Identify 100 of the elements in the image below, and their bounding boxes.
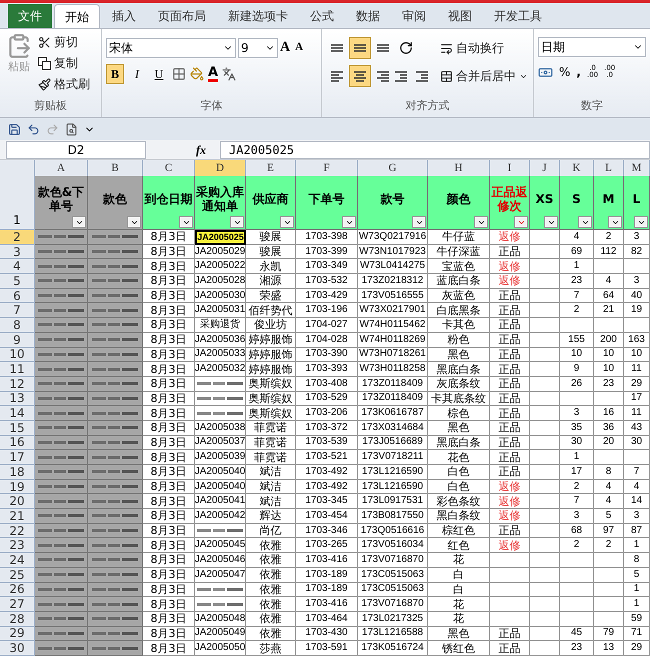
cut-button[interactable]: 剪切 [38, 33, 90, 51]
format-painter-button[interactable]: 格式刷 [38, 75, 90, 93]
phonetic-icon[interactable] [222, 67, 236, 81]
row-header[interactable]: 11 [0, 362, 35, 377]
row-header[interactable]: 19 [0, 480, 35, 494]
table-cell: 依雅 [246, 612, 296, 627]
ribbon-tab[interactable]: 公式 [300, 4, 344, 28]
empty-cell [624, 450, 650, 465]
ribbon-tab[interactable]: 新建选项卡 [218, 4, 298, 28]
name-box[interactable]: D2 [6, 140, 146, 158]
row-header[interactable]: 7 [0, 303, 35, 318]
row-header[interactable]: 18 [0, 465, 35, 480]
fill-color-icon[interactable] [190, 67, 204, 81]
align-button[interactable] [349, 65, 371, 87]
borders-icon[interactable] [172, 67, 186, 81]
formula-field[interactable]: JA2005025 [220, 140, 650, 158]
ribbon-tab[interactable]: 视图 [438, 4, 482, 28]
row-header[interactable]: 2 [0, 230, 35, 245]
row-header[interactable]: 26 [0, 582, 35, 598]
table-cell: 正品 [490, 420, 530, 436]
wrap-text-button[interactable]: 自动换行 [440, 39, 528, 57]
row-header[interactable]: 12 [0, 376, 35, 392]
blurred-text-drawing [92, 586, 138, 592]
comma-button[interactable]: , [576, 63, 581, 81]
ribbon-tab[interactable]: 文件 [8, 4, 52, 28]
ribbon-tab[interactable]: 插入 [102, 4, 146, 28]
table-cell: 花 [428, 612, 490, 627]
row-header[interactable]: 14 [0, 406, 35, 421]
percent-button[interactable]: % [559, 63, 570, 81]
ribbon-tab[interactable]: 页面布局 [148, 4, 216, 28]
empty-cell [560, 597, 594, 612]
row-header[interactable]: 22 [0, 524, 35, 538]
table-cell: 8月3日 [143, 303, 195, 318]
function-label[interactable]: fx [196, 140, 206, 158]
row-header[interactable]: 9 [0, 332, 35, 348]
row-header[interactable]: 30 [0, 641, 35, 656]
blurred-text-drawing [92, 366, 138, 372]
undo-icon[interactable] [27, 122, 40, 136]
font-color-button[interactable]: A [208, 66, 218, 82]
row-header[interactable]: 8 [0, 318, 35, 333]
filter-dropdown-button[interactable] [474, 216, 488, 228]
row-header[interactable]: 6 [0, 288, 35, 304]
row-header[interactable]: 29 [0, 626, 35, 642]
copy-button[interactable]: 复制 [38, 54, 90, 72]
table-cell: 1703-429 [296, 288, 358, 304]
row-header[interactable]: 10 [0, 348, 35, 362]
filter-dropdown-button[interactable] [280, 216, 294, 228]
row-header[interactable]: 16 [0, 436, 35, 450]
filter-dropdown-button[interactable] [342, 216, 356, 228]
row-header[interactable]: 3 [0, 244, 35, 260]
save-icon[interactable] [8, 122, 21, 136]
font-style-button[interactable]: U [150, 64, 168, 84]
filter-dropdown-button[interactable] [634, 216, 648, 228]
row-header[interactable]: 24 [0, 553, 35, 568]
row-header[interactable]: 15 [0, 420, 35, 436]
table-cell: 8月3日 [143, 582, 195, 598]
shrink-font-button[interactable]: A [295, 39, 304, 56]
row-header[interactable]: 21 [0, 509, 35, 524]
table-cell: 依雅 [246, 626, 296, 642]
print-preview-icon[interactable] [65, 122, 78, 136]
ribbon-tab[interactable]: 审阅 [392, 4, 436, 28]
font-size-field[interactable]: 9 [238, 38, 278, 58]
filter-dropdown-button[interactable] [412, 216, 426, 228]
font-family-field[interactable]: 宋体 [106, 38, 236, 58]
row-header[interactable]: 4 [0, 259, 35, 274]
row-header[interactable]: 13 [0, 392, 35, 406]
row-header[interactable]: 25 [0, 568, 35, 582]
row-header[interactable]: 1 [0, 176, 35, 230]
row-header[interactable]: 5 [0, 274, 35, 289]
ribbon-tab[interactable]: 数据 [346, 4, 390, 28]
table-cell: 3 [624, 509, 650, 524]
font-style-button[interactable]: B [106, 64, 124, 84]
filter-dropdown-button[interactable] [230, 216, 244, 228]
table-cell: 8月3日 [143, 376, 195, 392]
grow-font-button[interactable]: A [280, 37, 290, 58]
filter-dropdown-button[interactable] [544, 216, 558, 228]
row-header[interactable]: 17 [0, 450, 35, 465]
row-header[interactable]: 20 [0, 494, 35, 510]
number-format-field[interactable]: 日期 [538, 37, 646, 57]
table-cell: 辉达 [246, 509, 296, 524]
table-cell: 1703-265 [296, 538, 358, 554]
blurred-text-drawing [92, 410, 138, 416]
ribbon-tab[interactable]: 开始 [54, 4, 100, 28]
filter-dropdown-button[interactable] [578, 216, 592, 228]
font-style-button[interactable]: I [128, 64, 146, 84]
filter-dropdown-button[interactable] [72, 216, 86, 228]
orientation-icon[interactable] [399, 41, 413, 55]
table-cell: 1 [560, 259, 594, 274]
filter-dropdown-button[interactable] [127, 216, 141, 228]
row-header[interactable]: 28 [0, 612, 35, 627]
row-header[interactable]: 27 [0, 597, 35, 612]
table-cell: 尚亿 [246, 524, 296, 538]
table-cell: 8月3日 [143, 553, 195, 568]
merge-center-button[interactable]: 合并后居中 [440, 67, 528, 85]
row-header[interactable]: 23 [0, 538, 35, 554]
filter-dropdown-button[interactable] [608, 216, 622, 228]
align-button[interactable] [349, 37, 371, 59]
empty-cell [530, 612, 560, 627]
ribbon-tab[interactable]: 开发工具 [484, 4, 552, 28]
filter-dropdown-button[interactable] [179, 216, 193, 228]
